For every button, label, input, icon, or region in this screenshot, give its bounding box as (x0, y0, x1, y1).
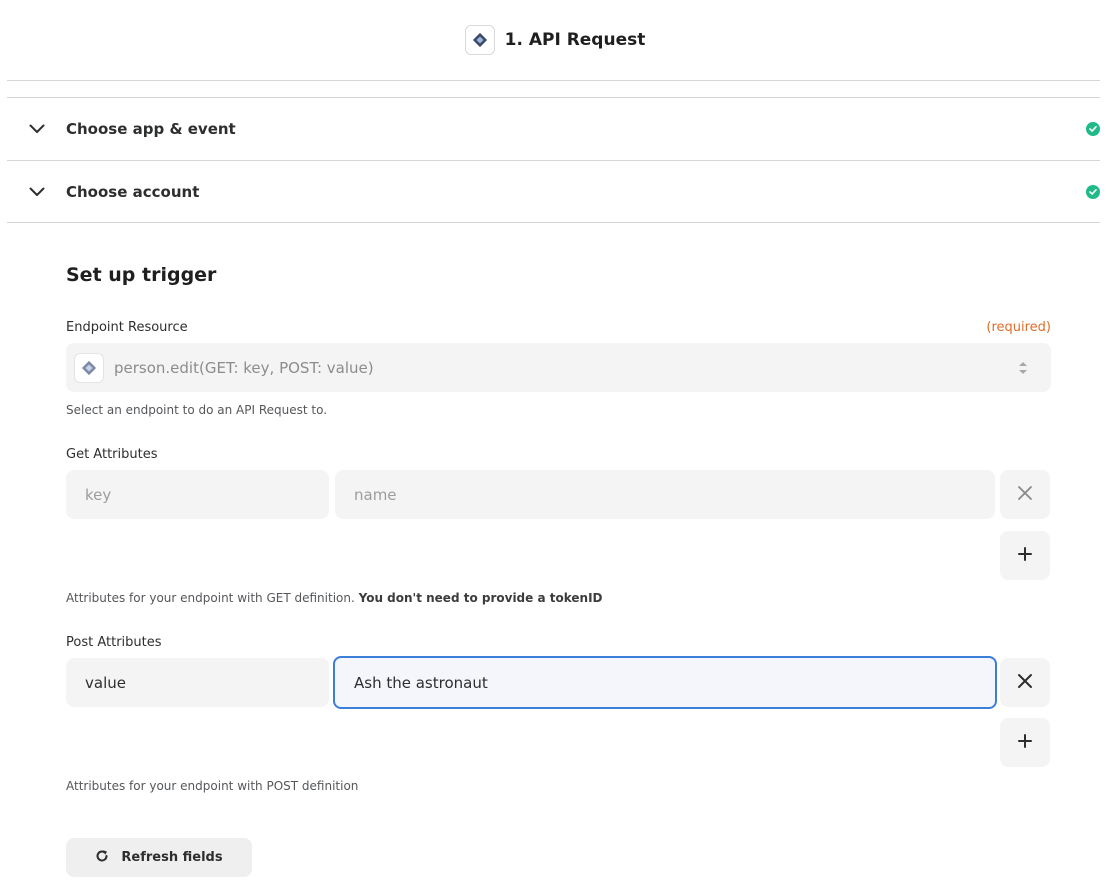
get-attributes-help-text: Attributes for your endpoint with GET de… (66, 591, 603, 605)
check-circle-icon (1086, 184, 1100, 199)
step-header: 1. API Request (0, 0, 1110, 80)
post-attribute-value-input[interactable]: Ash the astronaut (333, 656, 997, 709)
section-divider (7, 222, 1100, 223)
post-attribute-key-input[interactable]: value (66, 658, 329, 707)
api-app-icon (74, 352, 104, 383)
get-attributes-help-prefix: Attributes for your endpoint with GET de… (66, 591, 359, 605)
section-label: Choose account (66, 182, 200, 201)
setup-title: Set up trigger (66, 264, 217, 286)
close-icon (1017, 673, 1033, 693)
chevron-down-icon (27, 182, 47, 202)
section-label: Choose app & event (66, 119, 236, 138)
post-attributes-help-text: Attributes for your endpoint with POST d… (66, 779, 359, 793)
get-attributes-label: Get Attributes (66, 447, 158, 462)
add-post-attribute-button[interactable] (1000, 718, 1050, 767)
get-attribute-key-input[interactable]: key (66, 470, 329, 519)
add-get-attribute-button[interactable] (1000, 531, 1050, 580)
section-choose-app-event[interactable]: Choose app & event (7, 98, 1100, 159)
endpoint-label: Endpoint Resource (66, 320, 188, 335)
header-divider (7, 80, 1100, 81)
endpoint-select-value: person.edit(GET: key, POST: value) (114, 358, 374, 377)
plus-icon (1017, 733, 1033, 753)
refresh-icon (95, 849, 109, 867)
refresh-fields-button[interactable]: Refresh fields (66, 838, 252, 877)
remove-get-attribute-button[interactable] (1000, 470, 1050, 519)
required-indicator: (required) (986, 320, 1051, 335)
refresh-fields-label: Refresh fields (121, 850, 223, 865)
api-app-icon (464, 25, 495, 55)
endpoint-select[interactable]: person.edit(GET: key, POST: value) (66, 343, 1051, 392)
get-attribute-value-input[interactable]: name (335, 470, 995, 519)
close-icon (1017, 485, 1033, 505)
endpoint-help-text: Select an endpoint to do an API Request … (66, 403, 328, 417)
post-attributes-label: Post Attributes (66, 635, 162, 650)
step-title: 1. API Request (504, 30, 646, 50)
sort-arrows-icon (1017, 358, 1029, 378)
section-choose-account[interactable]: Choose account (7, 161, 1100, 222)
remove-post-attribute-button[interactable] (1000, 658, 1050, 707)
plus-icon (1017, 546, 1033, 566)
step-header-inner: 1. API Request (464, 25, 646, 55)
get-attributes-help-bold: You don't need to provide a tokenID (358, 591, 603, 605)
check-circle-icon (1086, 121, 1100, 136)
chevron-down-icon (27, 119, 47, 139)
